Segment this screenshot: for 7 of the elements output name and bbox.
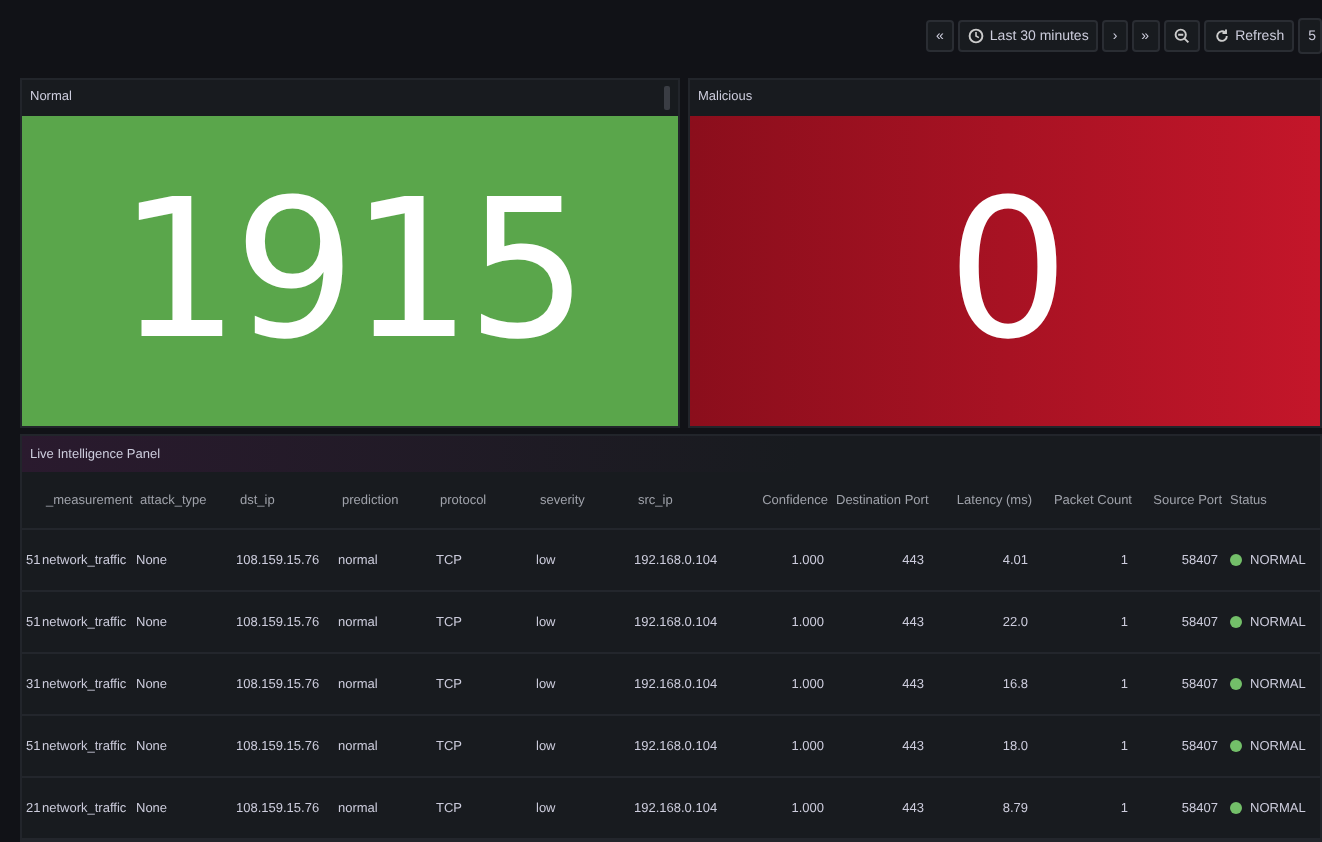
resize-handle[interactable] xyxy=(664,85,670,110)
stat-value: 1915 xyxy=(117,158,583,383)
clock-icon xyxy=(967,28,984,45)
zoom-out-button[interactable] xyxy=(1163,20,1200,53)
refresh-icon xyxy=(1213,28,1230,45)
zoom-out-icon xyxy=(1173,28,1190,45)
stat-value: 0 xyxy=(946,158,1064,383)
